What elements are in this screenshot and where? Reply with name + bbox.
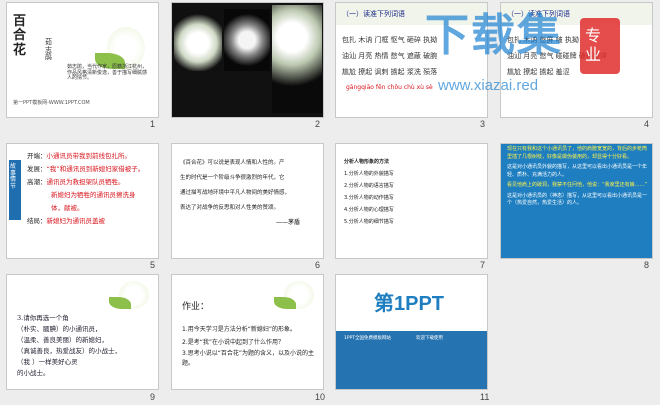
slide-thumbnail-7[interactable]: 分析人物形象的方法 1.分析人物的外貌描写 2.分析人物的语言描写 3.分析人物… <box>335 143 488 259</box>
slide-thumbnail-11[interactable]: 第1PPT 1PPT全国免费模板网站 欢迎下载使用 <box>335 274 488 390</box>
word-row: 包扎 木讷 门框 怄气 砸碎 执拗 <box>342 36 438 44</box>
author-name: 茹志鹃 <box>45 38 52 62</box>
plot-list: 开端：小通讯员带我到前线包扎所。 发展：“我”和通讯员到新媳妇家借被子。 高潮：… <box>27 150 144 228</box>
slide-number: 11 <box>480 392 490 402</box>
homework-heading: 作业： <box>182 302 210 312</box>
slide-thumbnail-5[interactable]: 故事情节 开端：小通讯员带我到前线包扎所。 发展：“我”和通讯员到新媳妇家借被子… <box>6 143 159 259</box>
slide-number: 3 <box>480 119 486 129</box>
leaf-decoration <box>274 297 296 309</box>
slide-thumbnail-10[interactable]: 作业： 1.用今天学习是方法分析“新媳妇”的形象。 2.是考“我”在小说中起到了… <box>171 274 324 390</box>
word-row: 油汕 月亮 热情 憋气 遮蔽 破腕 <box>342 52 438 60</box>
slide-thumbnail-9[interactable]: 3.请你再选一个角 （朴实、腼腆）的小通讯员， （温柔、善良美丽）的新媳妇， （… <box>6 274 159 390</box>
side-label-text: 故事情节 <box>10 163 17 190</box>
plot-line: 高潮：通讯员为救担架队员牺牲。 <box>27 178 125 186</box>
slide-thumbnail-6[interactable]: 《百合花》可以说是表现人情和人性的。产 生的时代是一个阶级斗争很激烈的年代，它 … <box>171 143 324 259</box>
author-bio: 茹志鹃，当代作家，原籍浙江杭州，作品风格清新俊逸，善于描写细腻感人的情节。 <box>67 64 148 81</box>
pinyin-row: gāngqiāo fēn chōu chù xù sè <box>346 84 433 91</box>
quote-signature: ——茅盾 <box>276 219 301 226</box>
slide-thumbnail-2[interactable] <box>171 2 324 118</box>
slide-number: 2 <box>315 119 321 129</box>
lily-photo-3 <box>272 5 322 113</box>
slide-number: 8 <box>644 260 650 270</box>
watermark-url: www.xiazai.red <box>438 77 539 94</box>
slide-number: 5 <box>150 260 156 270</box>
lily-photo-1 <box>174 9 222 71</box>
slide-number: 6 <box>315 260 321 270</box>
slide-heading: （一）读准下列词语 <box>342 10 405 18</box>
word-list: 包扎 木讷 门框 怄气 砸碎 执拗 油汕 月亮 热情 憋气 遮蔽 破腕 尴尬 撩… <box>342 35 437 83</box>
slide-number: 9 <box>150 392 156 402</box>
info-column-2: 欢迎下载使用 <box>416 336 443 341</box>
word-row: 尴尬 撩起 讽刺 掳起 浆洗 殒落 <box>342 68 438 76</box>
watermark-badge-text: 专业 <box>585 26 602 65</box>
slide-thumbnail-1[interactable]: 百合花 茹志鹃 茹志鹃，当代作家，原籍浙江杭州，作品风格清新俊逸，善于描写细腻感… <box>6 2 159 118</box>
plot-line: 体，献被。 <box>51 204 84 212</box>
footer-site: 第一PPT模板网-WWW.1PPT.COM <box>13 100 90 106</box>
slide-thumbnail-8[interactable]: 现在只有我和这个小通讯员了，他的肩膀宽宽的，背后的步枪筒里插了几根树枝，好像是做… <box>500 143 653 259</box>
plot-line: 结局：新媳妇为通讯员盖被 <box>27 217 105 225</box>
leaf-decoration <box>109 297 131 309</box>
plot-line: 新媳妇为牺牲的通讯员擦洗身 <box>51 191 136 199</box>
slide-title: 百合花 <box>13 14 27 58</box>
brand-logo: 第1PPT <box>374 293 445 315</box>
plot-line: 发展：“我”和通讯员到新媳妇家借被子。 <box>27 165 145 173</box>
info-column-1: 1PPT全国免费模板网站 <box>344 336 392 341</box>
slide-number: 10 <box>315 392 326 402</box>
analysis-text: 现在只有我和这个小通讯员了，他的肩膀宽宽的，背后的步枪筒里插了几根树枝，好像是做… <box>507 146 648 206</box>
slide-number: 4 <box>644 119 650 129</box>
lily-photo-2 <box>224 9 270 71</box>
plot-line: 开端：小通讯员带我到前线包扎所。 <box>27 152 131 160</box>
exercise-lines: 3.请你再选一个角 （朴实、腼腆）的小通讯员， （温柔、善良美丽）的新媳妇， （… <box>17 314 121 377</box>
slide-number: 1 <box>150 119 156 129</box>
homework-list: 1.用今天学习是方法分析“新媳妇”的形象。 2.是考“我”在小说中起到了什么作用… <box>182 326 314 367</box>
quote-text: 《百合花》可以说是表现人情和人性的。产 生的时代是一个阶级斗争很激烈的年代，它 … <box>180 160 291 211</box>
watermark-text: 下载集 <box>425 10 563 61</box>
slide-number: 7 <box>480 260 486 270</box>
method-list: 分析人物形象的方法 1.分析人物的外貌描写 2.分析人物的语言描写 3.分析人物… <box>344 159 394 225</box>
